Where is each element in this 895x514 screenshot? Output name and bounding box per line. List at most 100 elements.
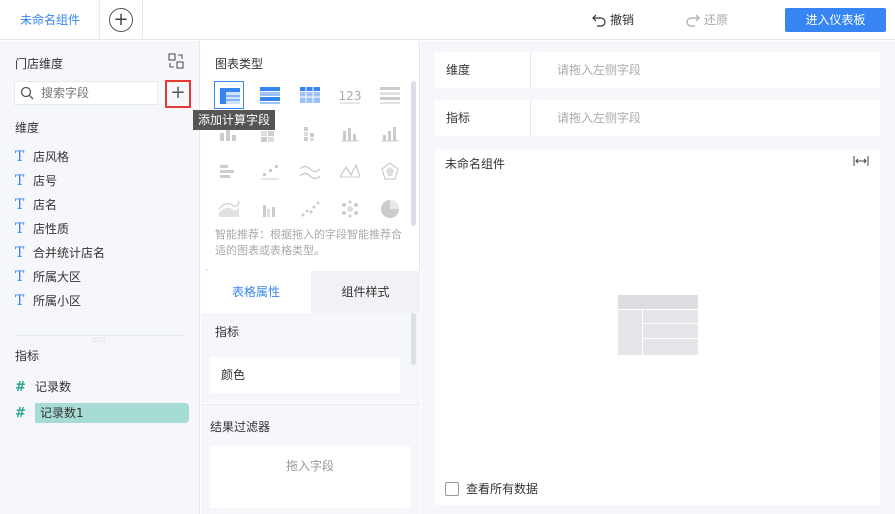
scatter-chart-icon [301,201,320,217]
chart-type-grouped-table-button[interactable] [255,81,285,109]
detail-table-icon [380,87,400,104]
chart-type-detail-table-button[interactable] [375,81,405,109]
measure-property-label: 指标 [215,325,240,339]
horizontal-bar-icon [220,165,234,178]
dimension-field[interactable]: T 所属小区 [15,291,81,311]
preview-panel: 维度 请拖入左侧字段 指标 请拖入左侧字段 未命名组件 查看所有数据 [421,41,895,514]
undo-label: 撤销 [610,13,635,27]
line-chart-icon [299,165,321,180]
component-title[interactable]: 未命名组件 [445,155,505,172]
area-chart-icon [339,163,361,178]
number-type-icon: # [15,406,26,421]
color-property[interactable]: 颜色 [210,357,400,393]
chart-type-kpi-button[interactable]: 123 [335,81,365,109]
measure-field[interactable]: # 记录数 [15,377,71,397]
undo-button[interactable]: 撤销 [592,12,634,28]
redo-icon [686,14,700,27]
dimension-field[interactable]: T 店号 [15,171,57,191]
view-all-data-label: 查看所有数据 [466,482,539,496]
text-type-icon: T [15,173,25,189]
scatter-bar-icon [261,165,279,180]
chart-type-bubble-button[interactable] [335,195,365,223]
view-all-data-checkbox[interactable]: 查看所有数据 [445,481,538,497]
grouped-table-icon [260,87,280,104]
property-area: 指标 颜色 [201,313,420,403]
chart-type-cross-table-button[interactable] [295,81,325,109]
measure-field-selected[interactable]: # 记录数1 [15,403,189,423]
field-panel: 门店维度 + 维度 T店风格 T店号 T店名 T店性质 T合并统计店名 T所属大… [0,41,200,514]
filter-drop-zone[interactable]: 拖入字段 [210,446,410,508]
dimension-field[interactable]: T 店名 [15,195,57,215]
tab-separator [142,0,143,40]
column-chart-icon [341,128,359,142]
measure-drop-placeholder: 请拖入左侧字段 [557,111,642,125]
row-separator [530,100,531,136]
text-type-icon: T [15,221,25,237]
text-type-icon: T [15,293,25,309]
chart-type-ascending-column-button[interactable] [375,119,405,147]
kpi-number-text: 123 [339,89,362,103]
top-bar: 未命名组件 + 撤销 还原 进入仪表板 [0,0,895,40]
component-canvas: 未命名组件 查看所有数据 [435,149,880,505]
field-search-input[interactable] [41,84,153,102]
dimension-field[interactable]: T 店风格 [15,147,69,167]
chart-type-radar-button[interactable] [375,157,405,185]
measure-drop-row[interactable]: 指标 请拖入左侧字段 [435,100,880,136]
chart-type-scatter-bar-button[interactable] [255,157,285,185]
undo-icon [592,14,606,27]
add-calculated-field-tooltip: 添加计算字段 [193,110,275,130]
text-type-icon: T [15,269,25,285]
number-kpi-icon: 123 [339,89,362,104]
smart-recommend-hint: 智能推荐：根据拖入的字段智能推荐合适的图表或表格类型。 [215,228,402,257]
add-calculated-field-button[interactable]: + [165,80,191,108]
dimension-drop-row[interactable]: 维度 请拖入左侧字段 [435,52,880,88]
tab-table-properties[interactable]: 表格属性 [201,271,311,313]
dimension-field[interactable]: T 所属大区 [15,267,81,287]
dimension-field[interactable]: T 合并统计店名 [15,243,105,263]
chart-type-line-button[interactable] [295,157,325,185]
chart-type-stacked-bar-button[interactable] [295,119,325,147]
resize-grip-icon[interactable]: ⋯⋯ ⋯⋯ [92,336,106,345]
result-filter-label: 结果过滤器 [210,420,271,434]
measure-drop-label: 指标 [446,111,471,125]
grouped-column-icon [263,205,275,217]
checkbox-icon [445,482,459,496]
chart-type-scatter-button[interactable] [295,195,325,223]
bubble-chart-icon [342,200,358,218]
measure-section-label: 指标 [15,349,40,363]
result-filter-area: 结果过滤器 拖入字段 [201,404,420,514]
stream-chart-icon [218,200,240,217]
redo-label: 还原 [704,13,729,27]
tab-unnamed-component[interactable]: 未命名组件 [0,0,100,40]
ascending-column-icon [381,127,399,142]
tab-component-style[interactable]: 组件样式 [311,271,420,313]
table-title: 门店维度 [15,57,64,71]
number-type-icon: # [15,380,26,395]
chart-type-grouped-column-button[interactable] [255,195,285,223]
dimension-field[interactable]: T 店性质 [15,219,69,239]
switch-table-icon[interactable] [168,53,184,69]
chart-type-title: 图表类型 [215,57,264,71]
chart-type-column-button[interactable] [335,119,365,147]
add-tab-button[interactable]: + [109,8,133,32]
pie-chart-icon [381,200,399,218]
dimension-section-label: 维度 [15,121,40,135]
chart-type-pie-button[interactable] [375,195,405,223]
chart-type-area-button[interactable] [335,157,365,185]
plus-icon: + [170,82,186,103]
property-tabs: 表格属性 组件样式 [201,271,420,313]
chart-type-stream-button[interactable] [214,195,244,223]
empty-table-placeholder-icon [618,295,698,355]
enter-dashboard-button[interactable]: 进入仪表板 [785,8,886,32]
fit-width-icon[interactable] [853,155,869,170]
cross-table-icon [300,87,320,103]
property-scrollbar[interactable] [411,313,416,365]
plus-icon: + [113,9,129,30]
text-type-icon: T [15,197,25,213]
radar-chart-icon [381,162,399,180]
dimension-drop-label: 维度 [446,63,471,77]
chart-type-scrollbar[interactable] [411,81,416,226]
chart-type-horizontal-bar-button[interactable] [214,157,244,185]
redo-button[interactable]: 还原 [686,12,728,28]
chart-type-table-button[interactable] [214,81,244,109]
